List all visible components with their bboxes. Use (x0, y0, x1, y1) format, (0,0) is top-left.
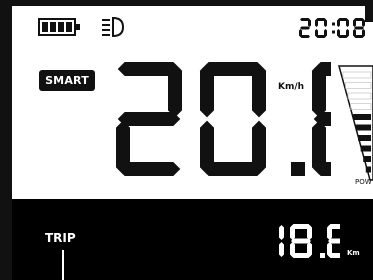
display-screen: SMART Km/h POW TRIP Km (0, 0, 373, 280)
speed-unit-label: Km/h (278, 82, 305, 92)
digit-8 (327, 224, 349, 258)
digit-8 (353, 18, 365, 38)
digit-8 (290, 224, 312, 258)
digit-0 (315, 18, 327, 38)
digit-2 (116, 62, 182, 176)
trip-unit-label: Km (347, 249, 360, 257)
decimal-point (320, 253, 325, 258)
digit-0 (200, 62, 266, 176)
digit-2 (299, 18, 311, 38)
clock-display (295, 14, 373, 44)
decimal-point (291, 162, 305, 176)
trip-label: TRIP (45, 231, 76, 245)
battery-icon (38, 16, 82, 38)
power-gauge (336, 64, 373, 182)
digit-0 (337, 18, 349, 38)
power-bar (345, 82, 372, 89)
headlight-icon (99, 14, 131, 40)
power-label: POW (355, 178, 372, 186)
power-bar (363, 156, 371, 162)
power-bar (360, 145, 371, 152)
power-bar (347, 92, 372, 100)
digit-8 (312, 62, 373, 176)
speed-readout (116, 60, 373, 178)
bezel-left (0, 0, 12, 280)
power-bar (355, 124, 371, 131)
mode-badge: SMART (39, 70, 95, 91)
bezel-top (0, 0, 373, 6)
power-bar (365, 166, 371, 173)
power-bar (350, 103, 372, 110)
colon-dot-2 (332, 30, 335, 34)
trip-readout (262, 222, 349, 260)
power-gauge-outline (338, 65, 373, 181)
trip-pointer (62, 250, 64, 280)
power-bar (342, 71, 372, 79)
power-bar (353, 114, 371, 120)
power-bar (358, 135, 371, 141)
colon-dot-1 (332, 22, 335, 26)
digit-1 (279, 225, 284, 257)
